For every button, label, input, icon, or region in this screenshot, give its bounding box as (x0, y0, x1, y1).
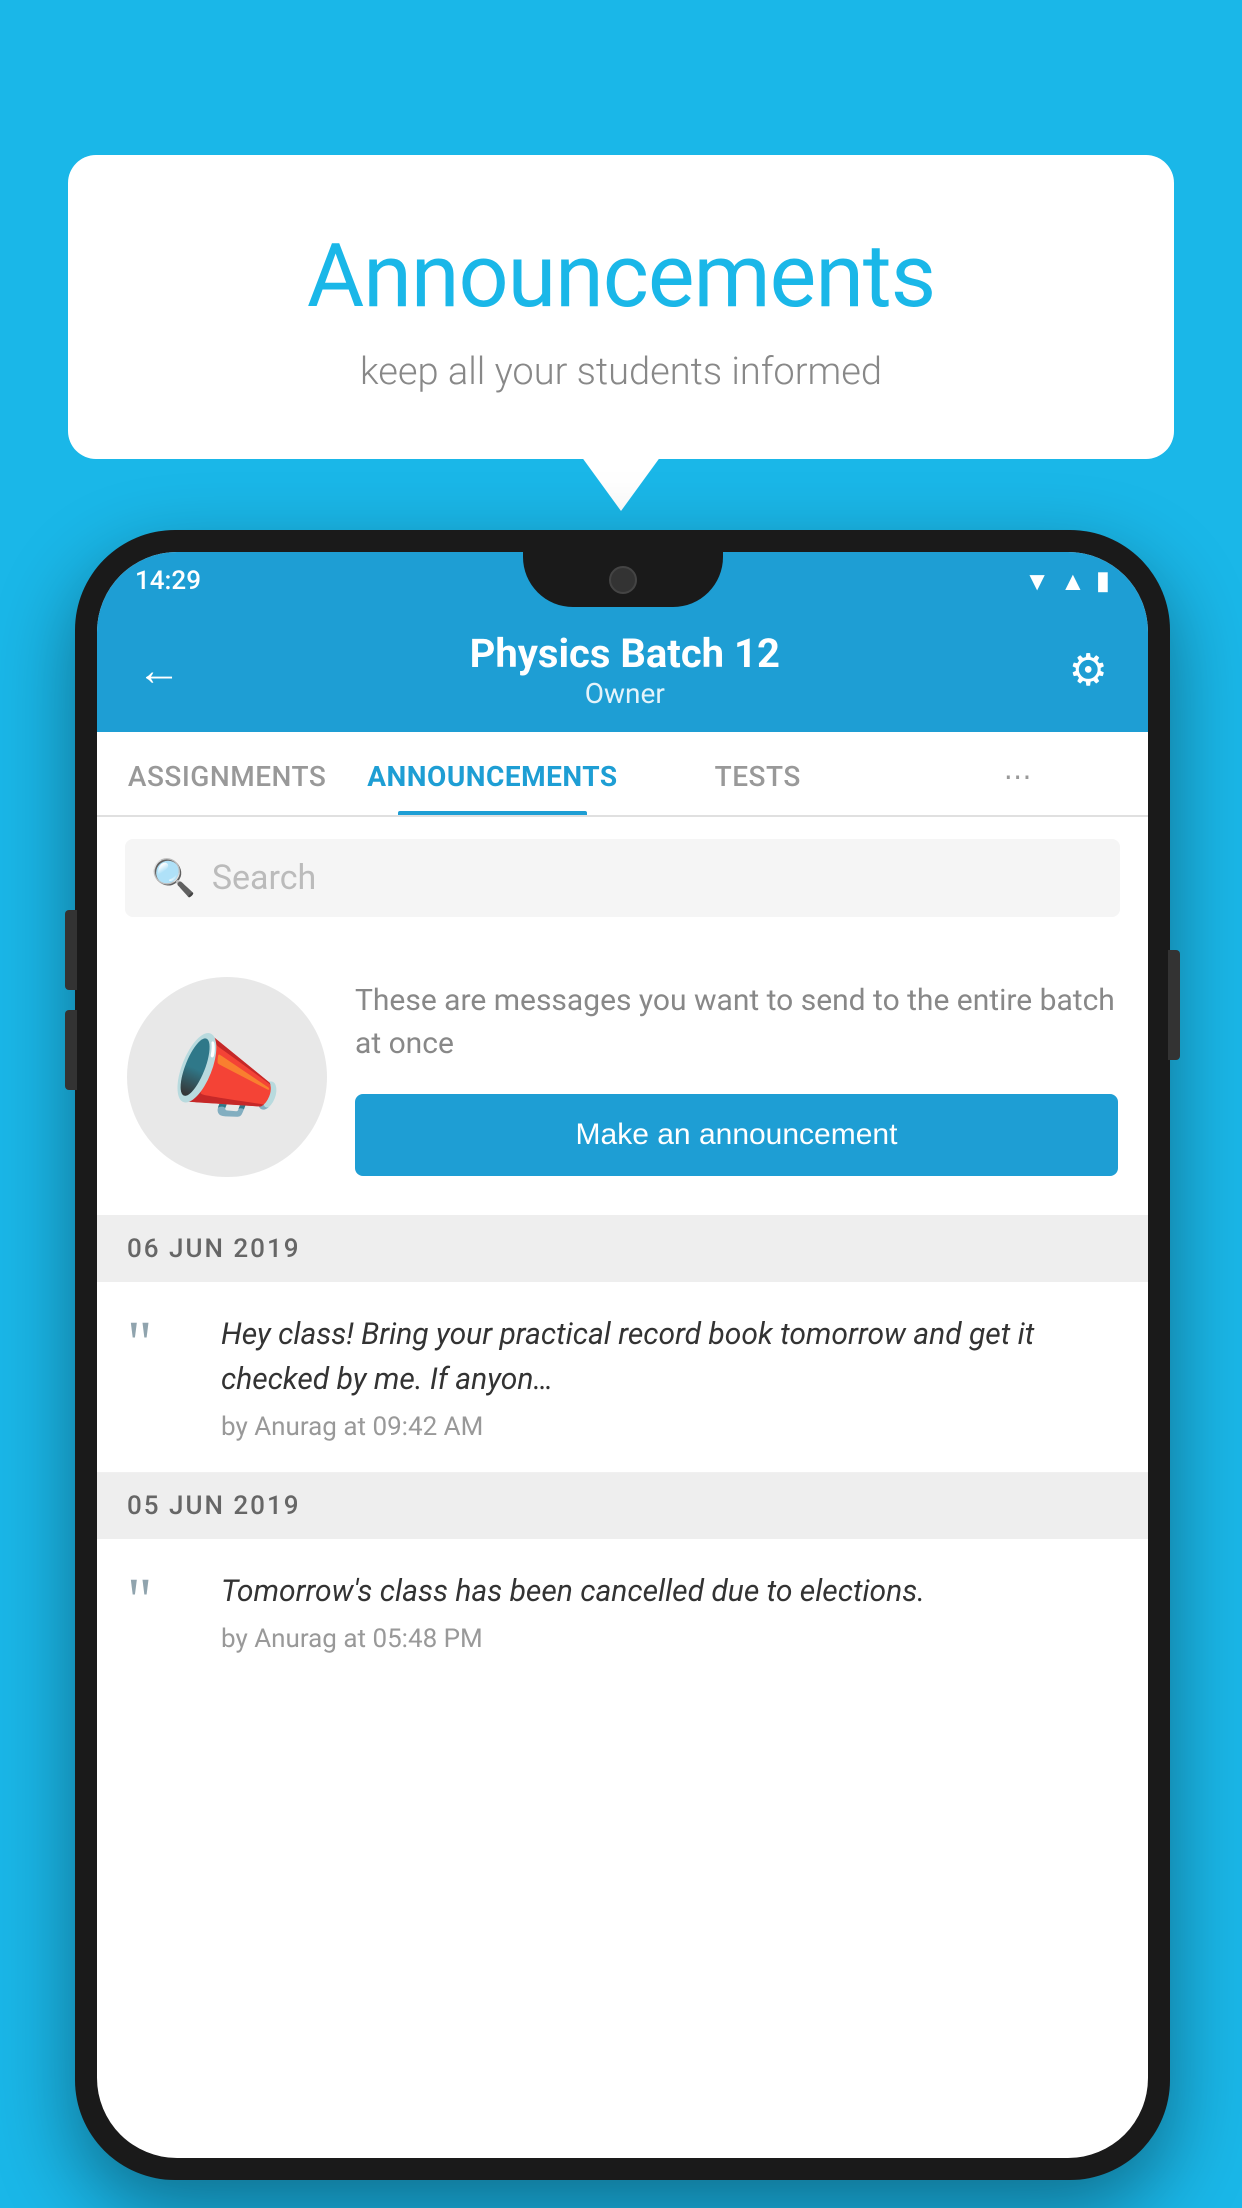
phone-screen: ← Physics Batch 12 Owner ⚙ ASSIGNMENTS A… (97, 552, 1148, 2158)
make-announcement-button[interactable]: Make an announcement (355, 1094, 1118, 1176)
announcement-subtitle: keep all your students informed (128, 350, 1114, 394)
tab-announcements[interactable]: ANNOUNCEMENTS (357, 732, 627, 815)
announcement-text-1: Hey class! Bring your practical record b… (221, 1312, 1118, 1402)
volume-down-button[interactable] (65, 1010, 77, 1090)
app-header-top: ← Physics Batch 12 Owner ⚙ (97, 612, 1148, 732)
volume-up-button[interactable] (65, 910, 77, 990)
status-icons: ▼ ▲ ▮ (1024, 566, 1110, 597)
tab-tests[interactable]: TESTS (628, 732, 888, 815)
cta-description: These are messages you want to send to t… (355, 979, 1118, 1066)
back-button[interactable]: ← (137, 644, 181, 696)
megaphone-icon-circle: 📣 (127, 977, 327, 1177)
date-divider-1: 06 JUN 2019 (97, 1216, 1148, 1282)
announcement-meta-2: by Anurag at 05:48 PM (221, 1624, 1118, 1654)
cta-content: These are messages you want to send to t… (355, 979, 1118, 1176)
settings-icon[interactable]: ⚙ (1069, 644, 1108, 696)
batch-name: Physics Batch 12 (470, 630, 780, 677)
header-title-group: Physics Batch 12 Owner (470, 630, 780, 710)
search-icon: 🔍 (151, 857, 196, 899)
phone-frame: 14:29 ▼ ▲ ▮ ← Physics Batch 12 Owner ⚙ (75, 530, 1170, 2180)
announcement-cta-section: 📣 These are messages you want to send to… (97, 939, 1148, 1216)
power-button[interactable] (1168, 950, 1180, 1060)
announcement-item-2[interactable]: " Tomorrow's class has been cancelled du… (97, 1539, 1148, 1684)
tab-bar: ASSIGNMENTS ANNOUNCEMENTS TESTS ⋯ (97, 732, 1148, 817)
announcement-content-2: Tomorrow's class has been cancelled due … (221, 1569, 1118, 1654)
tab-assignments[interactable]: ASSIGNMENTS (97, 732, 357, 815)
search-bar[interactable]: 🔍 Search (125, 839, 1120, 917)
signal-icon: ▲ (1060, 566, 1086, 597)
announcement-item-1[interactable]: " Hey class! Bring your practical record… (97, 1282, 1148, 1473)
quote-icon-1: " (127, 1312, 197, 1370)
wifi-icon: ▼ (1024, 566, 1050, 597)
megaphone-icon: 📣 (171, 1025, 283, 1130)
battery-icon: ▮ (1096, 566, 1110, 596)
announcement-text-2: Tomorrow's class has been cancelled due … (221, 1569, 1118, 1614)
search-placeholder: Search (212, 858, 316, 898)
quote-icon-2: " (127, 1569, 197, 1627)
date-divider-2: 05 JUN 2019 (97, 1473, 1148, 1539)
phone-wrapper: 14:29 ▼ ▲ ▮ ← Physics Batch 12 Owner ⚙ (75, 530, 1170, 2180)
announcement-content-1: Hey class! Bring your practical record b… (221, 1312, 1118, 1442)
announcement-title: Announcements (128, 225, 1114, 328)
tab-more[interactable]: ⋯ (888, 732, 1148, 815)
announcement-meta-1: by Anurag at 09:42 AM (221, 1412, 1118, 1442)
speech-bubble-card: Announcements keep all your students inf… (68, 155, 1174, 459)
user-role: Owner (470, 677, 780, 710)
search-bar-container: 🔍 Search (97, 817, 1148, 939)
speech-bubble-section: Announcements keep all your students inf… (68, 155, 1174, 459)
phone-notch (523, 552, 723, 607)
status-time: 14:29 (135, 566, 201, 596)
front-camera (609, 566, 637, 594)
